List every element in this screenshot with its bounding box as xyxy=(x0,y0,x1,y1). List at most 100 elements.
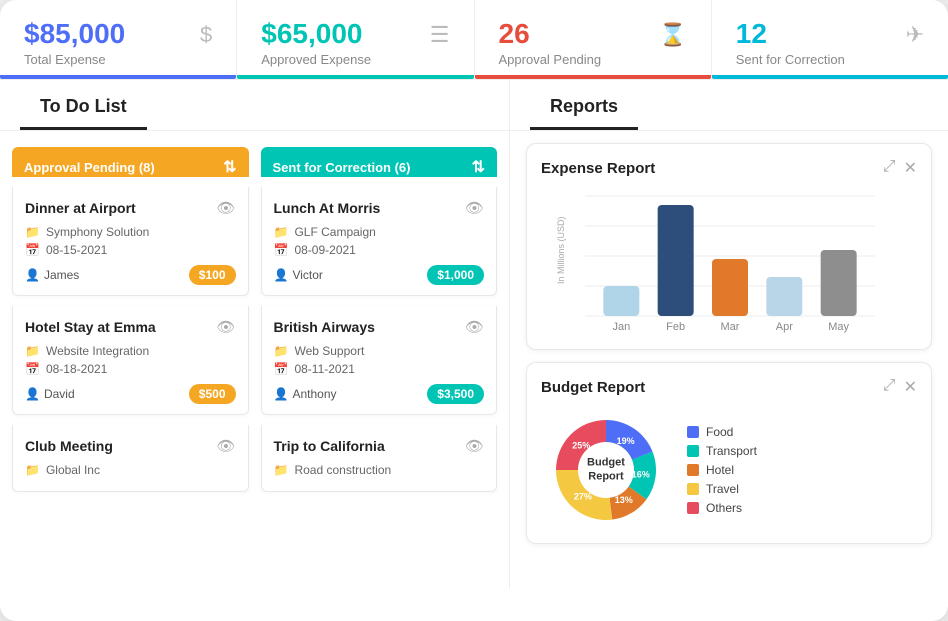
todo-card-card-hotel[interactable]: Hotel Stay at Emma 👁 📁 Website Integratio… xyxy=(12,306,249,415)
card-title: British Airways xyxy=(274,319,375,335)
legend-color xyxy=(687,426,699,438)
main-content: To Do List Approval Pending (8) ⇅ Dinner… xyxy=(0,80,948,589)
todo-columns: Approval Pending (8) ⇅ Dinner at Airport… xyxy=(0,131,509,589)
card-title: Trip to California xyxy=(274,438,385,454)
card-header-row: Hotel Stay at Emma 👁 xyxy=(25,318,236,336)
budget-legend: Food Transport Hotel Travel Others xyxy=(687,425,757,515)
expense-report-title: Expense Report xyxy=(541,160,655,177)
date-value: 08-11-2021 xyxy=(294,362,355,376)
todo-card-card-dinner[interactable]: Dinner at Airport 👁 📁Symphony Solution 📅 0… xyxy=(12,187,249,296)
user-name: Anthony xyxy=(292,387,336,401)
budget-report-header: Budget Report ⤢ ✕ xyxy=(541,377,917,397)
calendar-icon: 📅 xyxy=(274,243,289,257)
eye-icon[interactable]: 👁 xyxy=(465,199,484,217)
expand-icon-budget[interactable]: ⤢ xyxy=(883,377,896,397)
budget-report-title: Budget Report xyxy=(541,379,645,396)
user-icon: 👤 xyxy=(25,387,40,401)
svg-text:Feb: Feb xyxy=(666,321,685,333)
card-footer: 👤Anthony $3,500 xyxy=(274,384,485,404)
card-header-row: Dinner at Airport 👁 xyxy=(25,199,236,217)
project-name: GLF Campaign xyxy=(294,225,375,239)
calendar-icon: 📅 xyxy=(25,243,40,257)
user-icon: 👤 xyxy=(274,387,289,401)
eye-icon[interactable]: 👁 xyxy=(465,437,484,455)
folder-icon: 📁 xyxy=(25,225,40,239)
expense-report-actions: ⤢ ✕ xyxy=(883,158,917,178)
todo-section: To Do List Approval Pending (8) ⇅ Dinner… xyxy=(0,80,510,589)
budget-report-content: 19%16%13%27%25% BudgetReport Food Transp… xyxy=(541,405,917,535)
svg-text:27%: 27% xyxy=(574,491,592,501)
project-name: Global Inc xyxy=(46,463,100,477)
todo-card-card-trip[interactable]: Trip to California 👁 📁Road construction xyxy=(261,425,498,492)
legend-label: Transport xyxy=(706,444,757,458)
col-header: Approval Pending (8) ⇅ xyxy=(12,147,249,177)
eye-icon[interactable]: 👁 xyxy=(216,318,235,336)
folder-icon: 📁 xyxy=(274,463,289,477)
stat-bar xyxy=(0,75,236,79)
legend-item: Food xyxy=(687,425,757,439)
legend-label: Others xyxy=(706,501,742,515)
legend-item: Transport xyxy=(687,444,757,458)
card-header-row: Lunch At Morris 👁 xyxy=(274,199,485,217)
sort-icon[interactable]: ⇅ xyxy=(223,157,236,177)
stat-bar xyxy=(475,75,711,79)
stat-icon: ⌛ xyxy=(659,22,686,48)
stat-card-approved-expense: ☰ $65,000 Approved Expense xyxy=(237,0,474,79)
close-icon-budget[interactable]: ✕ xyxy=(904,377,917,397)
stat-label: Total Expense xyxy=(24,52,212,67)
bar-chart: 403020100JanFebMarAprMay xyxy=(585,186,917,341)
legend-color xyxy=(687,445,699,457)
col-header-label: Approval Pending (8) xyxy=(24,160,155,175)
stat-label: Approved Expense xyxy=(261,52,449,67)
eye-icon[interactable]: 👁 xyxy=(465,318,484,336)
expand-icon[interactable]: ⤢ xyxy=(883,158,896,178)
bar-chart-svg: 403020100JanFebMarAprMay xyxy=(585,186,875,336)
card-project: 📁GLF Campaign xyxy=(274,225,485,239)
eye-icon[interactable]: 👁 xyxy=(216,199,235,217)
todo-card-card-club[interactable]: Club Meeting 👁 📁Global Inc xyxy=(12,425,249,492)
card-project: 📁Web Support xyxy=(274,344,485,358)
stat-icon: ☰ xyxy=(430,22,450,48)
card-user: 👤 James xyxy=(25,268,79,282)
stat-amount: 12 xyxy=(736,18,924,50)
legend-label: Travel xyxy=(706,482,739,496)
legend-item: Others xyxy=(687,501,757,515)
stat-icon: ✈ xyxy=(906,22,924,48)
stat-card-total-expense: $ $85,000 Total Expense xyxy=(0,0,237,79)
eye-icon[interactable]: 👁 xyxy=(216,437,235,455)
stat-amount: $85,000 xyxy=(24,18,212,50)
svg-text:16%: 16% xyxy=(632,469,650,479)
folder-icon: 📁 xyxy=(25,344,40,358)
todo-card-card-lunch[interactable]: Lunch At Morris 👁 📁GLF Campaign 📅 08-09-20… xyxy=(261,187,498,296)
card-project: 📁 Website Integration xyxy=(25,344,236,358)
stat-bar xyxy=(712,75,948,79)
card-title: Hotel Stay at Emma xyxy=(25,319,156,335)
legend-color xyxy=(687,502,699,514)
project-name: Website Integration xyxy=(46,344,149,358)
todo-card-card-british[interactable]: British Airways 👁 📁Web Support📅08-11-202… xyxy=(261,306,498,415)
stat-card-approval-pending: ⌛ 26 Approval Pending xyxy=(475,0,712,79)
expense-report-header: Expense Report ⤢ ✕ xyxy=(541,158,917,178)
date-value: 08-15-2021 xyxy=(46,243,107,257)
card-footer: 👤Victor $1,000 xyxy=(274,265,485,285)
sort-icon[interactable]: ⇅ xyxy=(472,157,485,177)
user-name: David xyxy=(44,387,75,401)
reports-inner: Expense Report ⤢ ✕ In Millions (USD) 403… xyxy=(510,131,948,589)
legend-item: Hotel xyxy=(687,463,757,477)
user-name: James xyxy=(44,268,79,282)
date-value: 08-09-2021 xyxy=(294,243,355,257)
card-header-row: British Airways 👁 xyxy=(274,318,485,336)
todo-title-wrap: To Do List xyxy=(0,80,509,131)
user-name: Victor xyxy=(292,268,322,282)
svg-text:13%: 13% xyxy=(615,495,633,505)
stat-icon: $ xyxy=(200,22,212,48)
calendar-icon: 📅 xyxy=(25,362,40,376)
card-project: 📁Global Inc xyxy=(25,463,236,477)
user-icon: 👤 xyxy=(25,268,40,282)
card-project: 📁Symphony Solution xyxy=(25,225,236,239)
legend-item: Travel xyxy=(687,482,757,496)
dashboard: $ $85,000 Total Expense ☰ $65,000 Approv… xyxy=(0,0,948,621)
reports-title-wrap: Reports xyxy=(510,80,948,131)
close-icon[interactable]: ✕ xyxy=(904,158,917,178)
stat-card-sent-for-correction: ✈ 12 Sent for Correction xyxy=(712,0,948,79)
